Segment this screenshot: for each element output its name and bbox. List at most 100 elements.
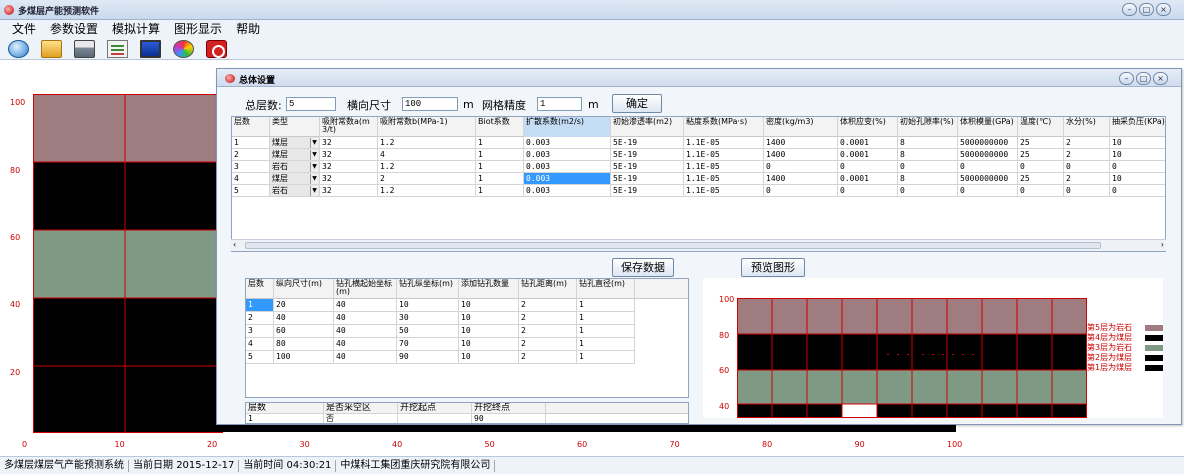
- table-cell[interactable]: 0: [764, 161, 838, 173]
- borehole-cell[interactable]: 2: [519, 351, 577, 364]
- borehole-cell[interactable]: 2: [246, 312, 274, 325]
- table-cell[interactable]: 1400: [764, 149, 838, 161]
- table-row[interactable]: 2 煤层 ▼ 32 4 1 0.003 5E-19 1.1E-05 1400 0.0001 8 5000…: [232, 149, 1165, 161]
- table-header-cell[interactable]: 吸附常数a(m3/t): [320, 117, 378, 137]
- borehole-cell[interactable]: 3: [246, 325, 274, 338]
- table-cell[interactable]: 1.1E-05: [684, 137, 764, 149]
- borehole-cell[interactable]: 1: [577, 312, 635, 325]
- table-cell[interactable]: 32: [320, 173, 378, 185]
- table-cell[interactable]: 25: [1018, 137, 1064, 149]
- table-cell[interactable]: 0: [838, 161, 898, 173]
- table-cell[interactable]: 0.0001: [838, 137, 898, 149]
- table-header-cell[interactable]: 初始孔隙率(%): [898, 117, 958, 137]
- table-cell[interactable]: 5E-19: [611, 137, 684, 149]
- scroll-right-icon[interactable]: ›: [1161, 240, 1164, 249]
- borehole-cell[interactable]: 2: [519, 338, 577, 351]
- borehole-cell[interactable]: 1: [577, 325, 635, 338]
- table-header-cell[interactable]: Biot系数: [476, 117, 524, 137]
- mining-header-cell[interactable]: 开挖起点: [398, 403, 472, 414]
- table-header-cell[interactable]: 吸附常数b(MPa-1): [378, 117, 476, 137]
- mining-header-cell[interactable]: 是否采空区: [324, 403, 398, 414]
- borehole-row[interactable]: 1 20 40 10 10 2 1: [246, 299, 688, 312]
- table-cell[interactable]: 0.003: [524, 137, 611, 149]
- scroll-left-icon[interactable]: ‹: [233, 240, 236, 249]
- table-header-cell[interactable]: 温度(℃): [1018, 117, 1064, 137]
- table-cell[interactable]: 0.0001: [838, 173, 898, 185]
- borehole-cell[interactable]: 40: [274, 312, 334, 325]
- borehole-row[interactable]: 4 80 40 70 10 2 1: [246, 338, 688, 351]
- borehole-cell[interactable]: 10: [397, 299, 459, 312]
- table-header-cell[interactable]: 粘度系数(MPa·s): [684, 117, 764, 137]
- borehole-cell[interactable]: 80: [274, 338, 334, 351]
- borehole-cell[interactable]: 70: [397, 338, 459, 351]
- dropdown-arrow-icon[interactable]: ▼: [310, 150, 318, 160]
- table-row[interactable]: 4 煤层 ▼ 32 2 1 0.003 5E-19 1.1E-05 1400 0.0001 8 5000…: [232, 173, 1165, 185]
- table-cell[interactable]: 5E-19: [611, 149, 684, 161]
- borehole-cell[interactable]: 2: [519, 325, 577, 338]
- table-header-cell[interactable]: 水分(%): [1064, 117, 1110, 137]
- menu-simulate[interactable]: 模拟计算: [105, 20, 167, 38]
- borehole-cell[interactable]: 30: [397, 312, 459, 325]
- table-cell[interactable]: 0.003: [524, 149, 611, 161]
- table-cell[interactable]: 2: [232, 149, 270, 161]
- borehole-row[interactable]: 3 60 40 50 10 2 1: [246, 325, 688, 338]
- table-cell[interactable]: 0: [1110, 161, 1165, 173]
- table-cell[interactable]: 1.1E-05: [684, 185, 764, 197]
- power-icon[interactable]: [206, 39, 227, 58]
- menu-params[interactable]: 参数设置: [43, 20, 105, 38]
- table-cell[interactable]: 5E-19: [611, 173, 684, 185]
- table-cell[interactable]: 1400: [764, 137, 838, 149]
- borehole-cell[interactable]: 40: [334, 351, 397, 364]
- table-cell[interactable]: 2: [1064, 173, 1110, 185]
- borehole-cell[interactable]: 5: [246, 351, 274, 364]
- close-button[interactable]: ×: [1156, 3, 1171, 16]
- save-data-button[interactable]: 保存数据: [612, 258, 674, 277]
- table-header-cell[interactable]: 扩散系数(m2/s): [524, 117, 611, 137]
- borehole-cell[interactable]: 1: [577, 299, 635, 312]
- table-cell[interactable]: 1.2: [378, 161, 476, 173]
- folder-icon[interactable]: [41, 39, 62, 58]
- table-cell[interactable]: 1.1E-05: [684, 149, 764, 161]
- table-cell[interactable]: 0.0001: [838, 149, 898, 161]
- table-cell[interactable]: 4: [232, 173, 270, 185]
- palette-icon[interactable]: [173, 39, 194, 58]
- table-cell[interactable]: 10: [1110, 173, 1165, 185]
- table-cell[interactable]: 0: [764, 185, 838, 197]
- table-cell[interactable]: 8: [898, 137, 958, 149]
- borehole-cell[interactable]: 10: [459, 338, 519, 351]
- edit-icon[interactable]: [107, 39, 128, 58]
- table-cell[interactable]: 32: [320, 185, 378, 197]
- table-cell[interactable]: 1.1E-05: [684, 161, 764, 173]
- table-cell[interactable]: 5000000000: [958, 149, 1018, 161]
- table-cell[interactable]: 1.2: [378, 137, 476, 149]
- table-cell[interactable]: 2: [1064, 137, 1110, 149]
- borehole-header-cell[interactable]: 纵向尺寸(m): [274, 279, 334, 299]
- table-cell[interactable]: 8: [898, 173, 958, 185]
- table-cell[interactable]: 0: [1018, 161, 1064, 173]
- table-cell[interactable]: 0: [1110, 185, 1165, 197]
- transverse-size-input[interactable]: 100: [402, 97, 458, 111]
- borehole-row[interactable]: 5 100 40 90 10 2 1: [246, 351, 688, 364]
- menu-help[interactable]: 帮助: [229, 20, 267, 38]
- table-cell[interactable]: 10: [1110, 149, 1165, 161]
- table-header-cell[interactable]: 类型: [270, 117, 320, 137]
- borehole-header-cell[interactable]: 钻孔横起始坐标(m): [334, 279, 397, 299]
- table-cell[interactable]: 0: [1064, 185, 1110, 197]
- borehole-header-cell[interactable]: 层数: [246, 279, 274, 299]
- menu-graphics[interactable]: 图形显示: [167, 20, 229, 38]
- table-cell[interactable]: 1400: [764, 173, 838, 185]
- table-cell[interactable]: 5: [232, 185, 270, 197]
- table-cell[interactable]: 1: [476, 161, 524, 173]
- borehole-cell[interactable]: 10: [459, 351, 519, 364]
- table-cell[interactable]: 1: [232, 137, 270, 149]
- table-cell[interactable]: 0: [958, 185, 1018, 197]
- table-cell[interactable]: 8: [898, 149, 958, 161]
- mining-header-cell[interactable]: 层数: [246, 403, 324, 414]
- dropdown-arrow-icon[interactable]: ▼: [310, 174, 318, 184]
- table-header-cell[interactable]: 抽采负压(KPa): [1110, 117, 1165, 137]
- table-cell[interactable]: 5000000000: [958, 173, 1018, 185]
- total-layers-input[interactable]: 5: [286, 97, 336, 111]
- borehole-cell[interactable]: 1: [577, 338, 635, 351]
- table-cell[interactable]: 2: [378, 173, 476, 185]
- borehole-cell[interactable]: 40: [334, 312, 397, 325]
